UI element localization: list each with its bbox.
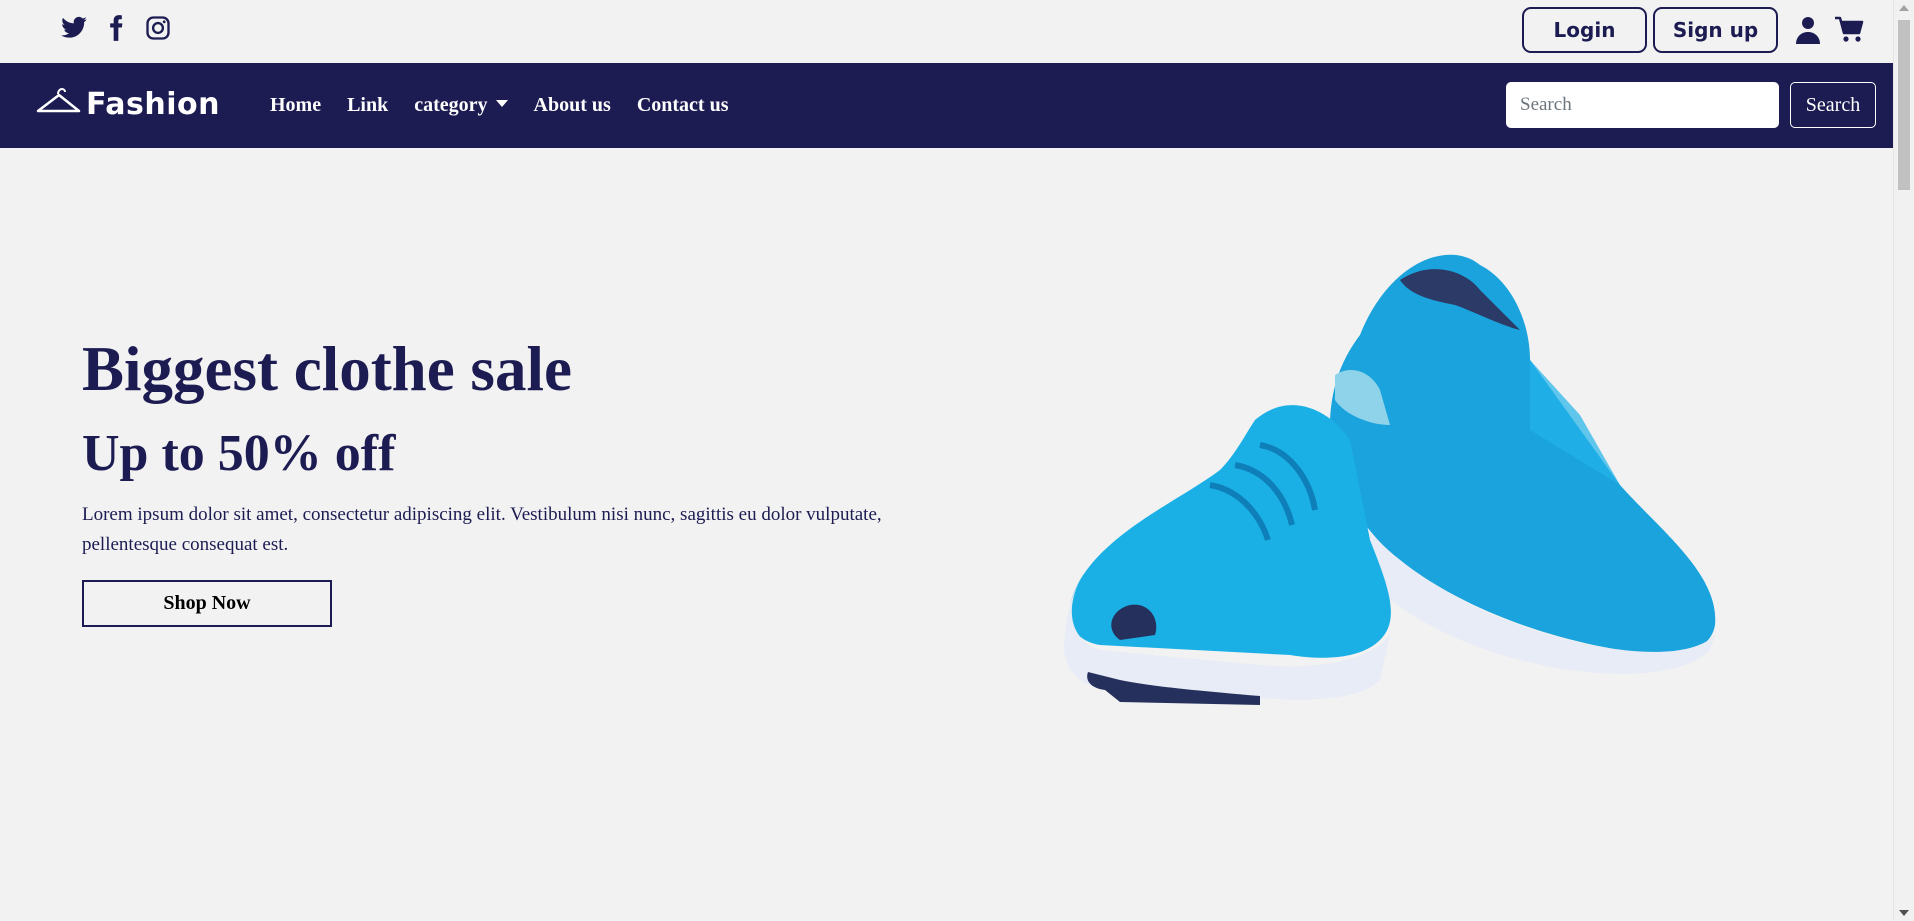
hero-title: Biggest clothe sale bbox=[82, 334, 572, 404]
scroll-up-icon[interactable] bbox=[1899, 5, 1909, 11]
brand-logo[interactable]: Fashion bbox=[36, 85, 220, 124]
nav-links: Home Link category About us Contact us bbox=[270, 63, 754, 148]
hero-sneakers-image bbox=[1060, 240, 1740, 730]
front-shoe bbox=[1064, 405, 1391, 705]
scroll-down-icon[interactable] bbox=[1899, 910, 1909, 916]
user-icon[interactable] bbox=[1796, 16, 1820, 44]
nav-link[interactable]: Link bbox=[347, 94, 388, 117]
auth-actions: Login Sign up bbox=[1522, 7, 1864, 53]
instagram-icon[interactable] bbox=[144, 14, 172, 42]
search-form: Search bbox=[1506, 82, 1876, 128]
signup-button[interactable]: Sign up bbox=[1653, 7, 1778, 53]
login-button[interactable]: Login bbox=[1522, 7, 1647, 53]
nav-category-label: category bbox=[414, 94, 488, 116]
caret-down-icon bbox=[495, 99, 508, 107]
nav-home[interactable]: Home bbox=[270, 94, 321, 117]
hanger-icon bbox=[36, 85, 82, 124]
shop-now-button[interactable]: Shop Now bbox=[82, 580, 332, 627]
page-scrollbar[interactable] bbox=[1893, 0, 1914, 921]
search-input[interactable] bbox=[1506, 82, 1779, 128]
scroll-thumb[interactable] bbox=[1898, 20, 1910, 190]
nav-category-dropdown[interactable]: category bbox=[414, 94, 508, 117]
top-bar: Login Sign up bbox=[0, 0, 1894, 63]
facebook-icon[interactable] bbox=[102, 14, 130, 42]
social-links bbox=[60, 14, 172, 42]
nav-about[interactable]: About us bbox=[534, 94, 611, 117]
twitter-icon[interactable] bbox=[60, 14, 88, 42]
nav-contact[interactable]: Contact us bbox=[637, 94, 729, 117]
hero-description: Lorem ipsum dolor sit amet, consectetur … bbox=[82, 504, 882, 555]
brand-name: Fashion bbox=[86, 87, 220, 122]
main-navbar: Fashion Home Link category About us Cont… bbox=[0, 63, 1894, 148]
search-button[interactable]: Search bbox=[1790, 82, 1876, 128]
cart-icon[interactable] bbox=[1834, 16, 1864, 44]
hero-subtitle: Up to 50% off bbox=[82, 425, 396, 482]
